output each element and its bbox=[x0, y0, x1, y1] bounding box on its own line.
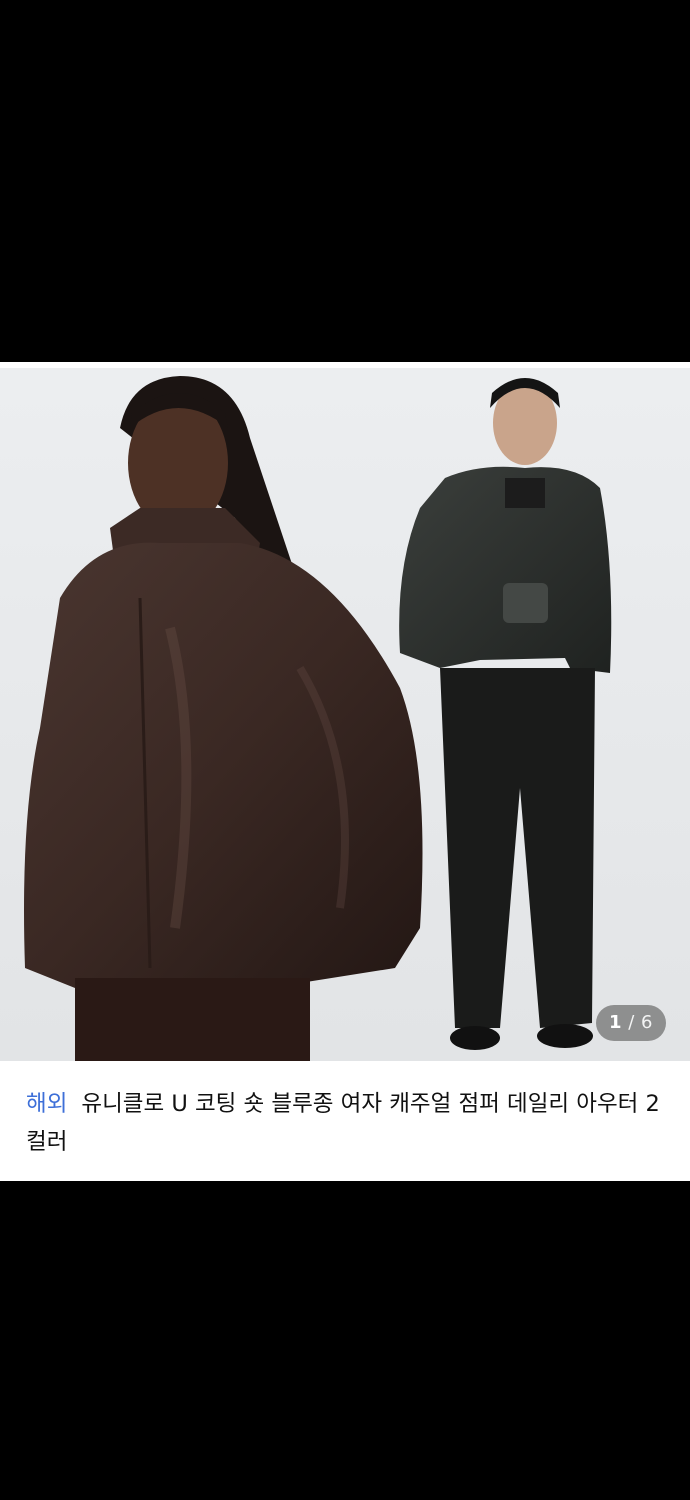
product-image-carousel[interactable]: 1 / 6 bbox=[0, 368, 690, 1061]
model-right bbox=[399, 378, 612, 1050]
counter-total: 6 bbox=[641, 1012, 653, 1033]
counter-current: 1 bbox=[608, 1012, 622, 1033]
product-card[interactable]: 1 / 6 해외 유니클로 U 코팅 숏 블루종 여자 캐주얼 점퍼 데일리 아우… bbox=[0, 362, 690, 1181]
product-title-text: 유니클로 U 코팅 숏 블루종 여자 캐주얼 점퍼 데일리 아우터 2컬러 bbox=[26, 1091, 660, 1155]
model-left bbox=[24, 376, 423, 1061]
product-photo bbox=[24, 376, 612, 1061]
counter-separator: / bbox=[628, 1012, 635, 1033]
product-title[interactable]: 해외 유니클로 U 코팅 숏 블루종 여자 캐주얼 점퍼 데일리 아우터 2컬러 bbox=[26, 1085, 674, 1161]
top-black-area bbox=[0, 0, 690, 362]
overseas-badge: 해외 bbox=[26, 1091, 68, 1117]
image-counter: 1 / 6 bbox=[595, 1005, 666, 1041]
bottom-black-area bbox=[0, 1181, 690, 1500]
